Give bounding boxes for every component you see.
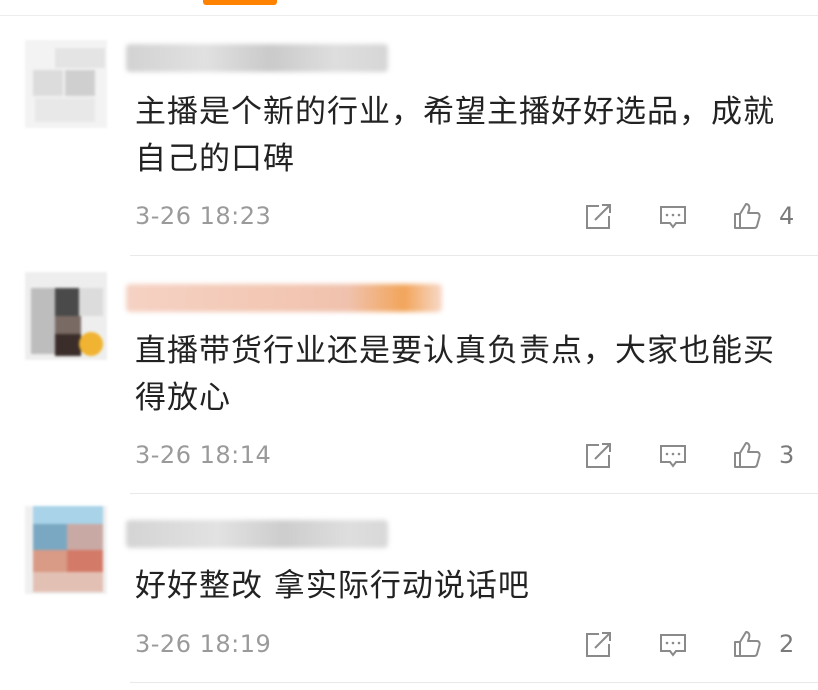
comment-text: 直播带货行业还是要认真负责点，大家也能买得放心 bbox=[135, 333, 775, 416]
active-tab-indicator bbox=[203, 0, 277, 5]
avatar[interactable] bbox=[25, 506, 107, 594]
share-button[interactable] bbox=[581, 200, 615, 234]
comment-divider bbox=[130, 493, 818, 494]
username-blurred[interactable] bbox=[126, 284, 442, 312]
like-button[interactable] bbox=[730, 438, 764, 472]
like-count: 4 bbox=[779, 202, 795, 230]
avatar[interactable] bbox=[25, 272, 107, 360]
comment-divider bbox=[130, 255, 818, 256]
share-button[interactable] bbox=[581, 628, 615, 662]
reply-button[interactable] bbox=[656, 200, 690, 234]
share-icon bbox=[586, 443, 611, 468]
comment-icon bbox=[660, 206, 686, 229]
comment-divider bbox=[130, 682, 818, 683]
share-button[interactable] bbox=[581, 439, 615, 473]
comment-icon bbox=[660, 445, 686, 468]
comment-timestamp: 3-26 18:19 bbox=[135, 630, 272, 658]
like-icon bbox=[734, 203, 761, 229]
comment-timestamp: 3-26 18:23 bbox=[135, 202, 272, 230]
like-button[interactable] bbox=[730, 627, 764, 661]
like-icon bbox=[734, 442, 761, 468]
avatar[interactable] bbox=[25, 40, 107, 128]
comment-timestamp: 3-26 18:14 bbox=[135, 441, 272, 469]
reply-button[interactable] bbox=[656, 439, 690, 473]
like-icon bbox=[734, 631, 761, 657]
like-count: 2 bbox=[779, 630, 795, 658]
like-count: 3 bbox=[779, 441, 795, 469]
comment-icon bbox=[660, 634, 686, 657]
username-blurred[interactable] bbox=[126, 44, 388, 72]
reply-button[interactable] bbox=[656, 628, 690, 662]
share-icon bbox=[586, 204, 611, 229]
comment-text: 好好整改 拿实际行动说话吧 bbox=[135, 568, 530, 604]
comment-text: 主播是个新的行业，希望主播好好选品，成就自己的口碑 bbox=[135, 94, 775, 177]
share-icon bbox=[586, 632, 611, 657]
header-divider bbox=[0, 15, 818, 16]
username-blurred[interactable] bbox=[126, 520, 388, 548]
like-button[interactable] bbox=[730, 199, 764, 233]
